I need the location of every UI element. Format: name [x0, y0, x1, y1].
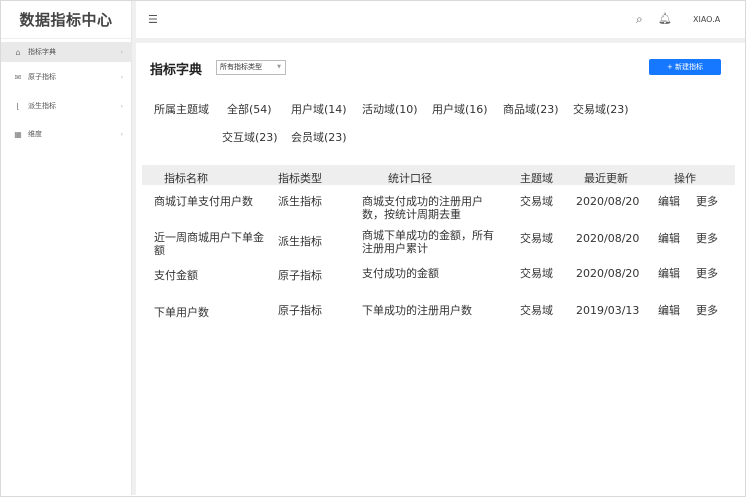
- metric-domain: 交易域: [520, 232, 553, 245]
- edit-link[interactable]: 编辑: [658, 232, 680, 245]
- edit-link[interactable]: 编辑: [658, 267, 680, 280]
- user-name[interactable]: XIAO.A: [693, 15, 720, 24]
- sidebar-item-label: 原子指标: [28, 73, 56, 81]
- search-icon[interactable]: ⌕: [636, 12, 643, 27]
- metric-scope: 下单成功的注册用户数: [362, 304, 472, 317]
- menu-fold-icon[interactable]: ☰: [148, 13, 158, 26]
- domain-filter-product[interactable]: 商品域(23): [503, 101, 559, 117]
- home-icon: ⌂: [15, 47, 21, 57]
- column-header-updated: 最近更新: [584, 172, 628, 185]
- domain-filter-trade[interactable]: 交易域(23): [573, 101, 629, 117]
- metric-scope: 商城支付成功的注册用户数，按统计周期去重: [362, 195, 483, 221]
- sidebar-item-label: 指标字典: [28, 48, 56, 56]
- metric-scope: 商城下单成功的金额，所有注册用户累计: [362, 229, 494, 255]
- column-header-type: 指标类型: [278, 172, 322, 185]
- chevron-right-icon: ›: [120, 130, 123, 138]
- edit-link[interactable]: 编辑: [658, 304, 680, 317]
- more-link[interactable]: 更多: [696, 232, 718, 245]
- domain-filter-user[interactable]: 用户域(14): [291, 101, 347, 117]
- metric-type: 原子指标: [278, 304, 322, 317]
- metric-name[interactable]: 商城订单支付用户数: [154, 195, 269, 208]
- sidebar-item-metric-dictionary[interactable]: ⌂ 指标字典 ›: [1, 42, 132, 62]
- metric-domain: 交易域: [520, 195, 553, 208]
- column-header-actions: 操作: [674, 172, 696, 185]
- metric-type-select[interactable]: 所有指标类型 ▼: [216, 60, 286, 75]
- metric-name[interactable]: 支付金额: [154, 269, 198, 282]
- more-link[interactable]: 更多: [696, 267, 718, 280]
- metric-updated: 2019/03/13: [576, 304, 640, 317]
- metric-type: 原子指标: [278, 269, 322, 282]
- domain-filter-member[interactable]: 会员域(23): [291, 129, 347, 145]
- new-metric-button[interactable]: + 新建指标: [649, 59, 721, 75]
- mail-icon: ✉: [14, 72, 22, 82]
- domain-filter-activity[interactable]: 活动域(10): [362, 101, 418, 117]
- chevron-right-icon: ›: [120, 102, 123, 110]
- chevron-down-icon: ▼: [277, 64, 281, 70]
- main-content: 指标字典 所有指标类型 ▼ + 新建指标 所属主题域 全部(54) 用户域(14…: [136, 43, 745, 495]
- sidebar: 数据指标中心 ⌂ 指标字典 › ✉ 原子指标 › ⌊ 派生指标 › ▦ 维度 ›: [1, 1, 132, 495]
- table-header-row: [142, 165, 735, 185]
- more-link[interactable]: 更多: [696, 304, 718, 317]
- app-logo-title: 数据指标中心: [1, 1, 131, 39]
- metric-updated: 2020/08/20: [576, 232, 640, 245]
- sidebar-item-label: 派生指标: [28, 102, 56, 110]
- metric-type-select-value: 所有指标类型: [220, 63, 262, 71]
- metric-domain: 交易域: [520, 304, 553, 317]
- top-header: ☰ ⌕ 🔔︎ XIAO.A: [136, 1, 745, 39]
- metric-scope: 支付成功的金额: [362, 267, 439, 280]
- metric-type: 派生指标: [278, 235, 322, 248]
- grid-icon: ▦: [14, 129, 22, 139]
- sidebar-item-atomic-metrics[interactable]: ✉ 原子指标 ›: [1, 67, 132, 87]
- chevron-right-icon: ›: [120, 73, 123, 81]
- column-header-scope: 统计口径: [388, 172, 432, 185]
- metric-domain: 交易域: [520, 267, 553, 280]
- edit-link[interactable]: 编辑: [658, 195, 680, 208]
- sidebar-item-derived-metrics[interactable]: ⌊ 派生指标 ›: [1, 96, 132, 116]
- domain-filter-all[interactable]: 全部(54): [227, 101, 272, 117]
- metric-type: 派生指标: [278, 195, 322, 208]
- domain-filter-label: 所属主题域: [154, 103, 209, 116]
- domain-filter-interaction[interactable]: 交互域(23): [222, 129, 278, 145]
- metric-updated: 2020/08/20: [576, 195, 640, 208]
- metric-name[interactable]: 下单用户数: [154, 306, 209, 319]
- domain-filter-user-2[interactable]: 用户域(16): [432, 101, 488, 117]
- metric-name[interactable]: 近一周商城用户下单金额: [154, 231, 269, 257]
- column-header-name: 指标名称: [164, 172, 208, 185]
- sidebar-item-label: 维度: [28, 130, 42, 138]
- chevron-right-icon: ›: [120, 48, 123, 56]
- bell-icon[interactable]: 🔔︎: [658, 12, 672, 25]
- column-header-domain: 主题域: [520, 172, 553, 185]
- more-link[interactable]: 更多: [696, 195, 718, 208]
- sidebar-item-dimensions[interactable]: ▦ 维度 ›: [1, 124, 132, 144]
- page-title: 指标字典: [150, 63, 203, 78]
- metric-updated: 2020/08/20: [576, 267, 640, 280]
- chart-icon: ⌊: [16, 101, 20, 111]
